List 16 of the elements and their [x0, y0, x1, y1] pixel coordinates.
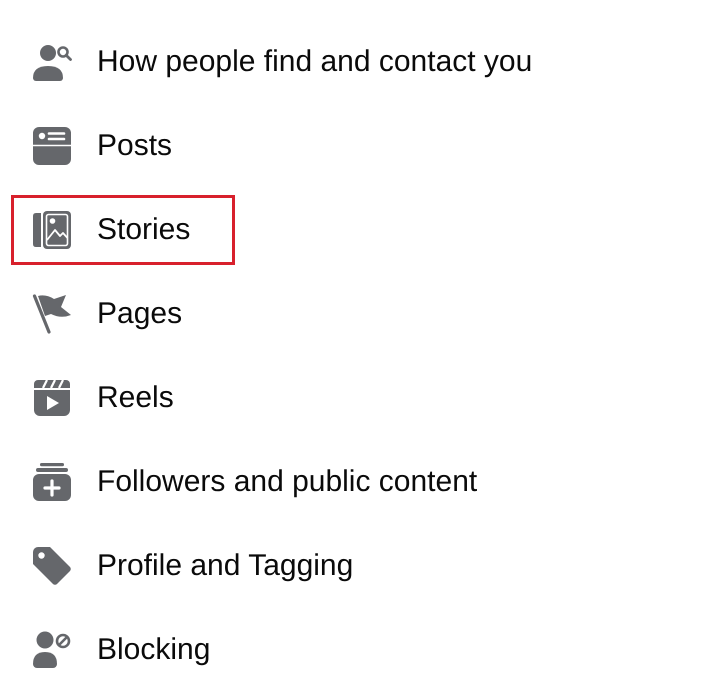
- person-search-icon: [32, 42, 72, 82]
- settings-menu-item[interactable]: Profile and Tagging: [32, 546, 354, 586]
- person-blocked-icon: [32, 630, 72, 670]
- tag-icon: [32, 546, 72, 586]
- settings-menu-item[interactable]: Stories: [32, 210, 190, 250]
- settings-menu-item[interactable]: Pages: [32, 294, 182, 334]
- settings-menu-item[interactable]: Blocking: [32, 630, 210, 670]
- play-clapper-icon: [32, 378, 72, 418]
- settings-menu-item[interactable]: Posts: [32, 126, 172, 166]
- settings-menu-item[interactable]: Followers and public content: [32, 462, 478, 502]
- settings-menu-item[interactable]: Reels: [32, 378, 174, 418]
- flag-icon: [32, 294, 72, 334]
- post-card-icon: [32, 126, 72, 166]
- plus-box-icon: [32, 462, 72, 502]
- stacked-photos-icon: [32, 210, 72, 250]
- settings-menu-item[interactable]: How people find and contact you: [32, 42, 532, 82]
